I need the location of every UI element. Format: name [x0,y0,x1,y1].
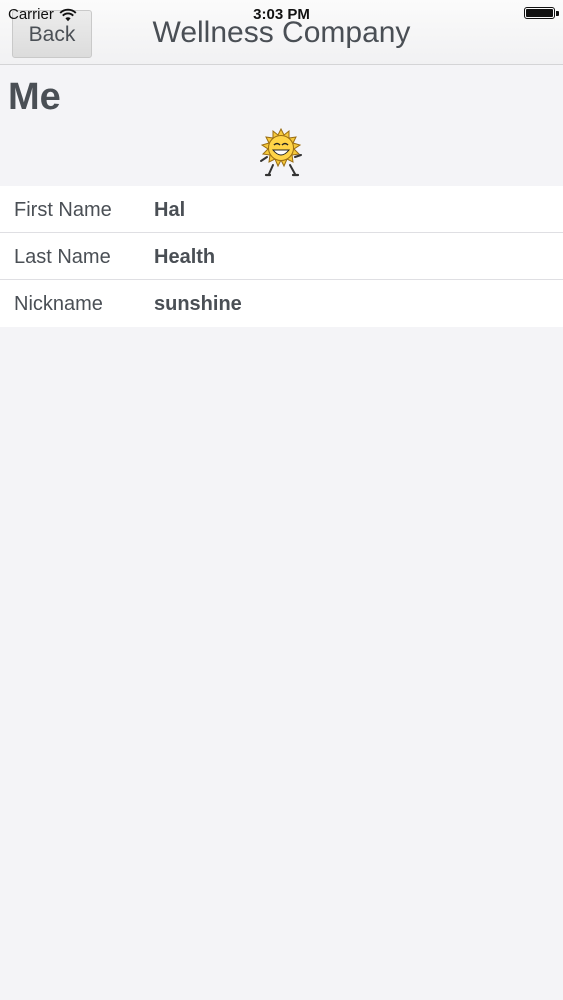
battery-fill [526,9,553,17]
page-title: Me [8,76,61,118]
profile-details-list: First Name Hal Last Name Health Nickname… [0,186,563,327]
nickname-value: sunshine [154,293,242,315]
sun-mascot-avatar-icon [260,127,302,177]
status-time: 3:03 PM [253,6,310,23]
last-name-label: Last Name [14,246,111,268]
battery-icon [524,7,555,19]
nickname-label: Nickname [14,293,103,315]
profile-row-last-name: Last Name Health [0,233,563,280]
battery-tip [556,11,559,16]
profile-row-nickname: Nickname sunshine [0,280,563,327]
profile-row-first-name: First Name Hal [0,186,563,233]
last-name-value: Health [154,246,216,268]
first-name-value: Hal [154,199,186,221]
status-bar: Carrier 3:03 PM [0,0,563,26]
first-name-label: First Name [14,199,112,221]
